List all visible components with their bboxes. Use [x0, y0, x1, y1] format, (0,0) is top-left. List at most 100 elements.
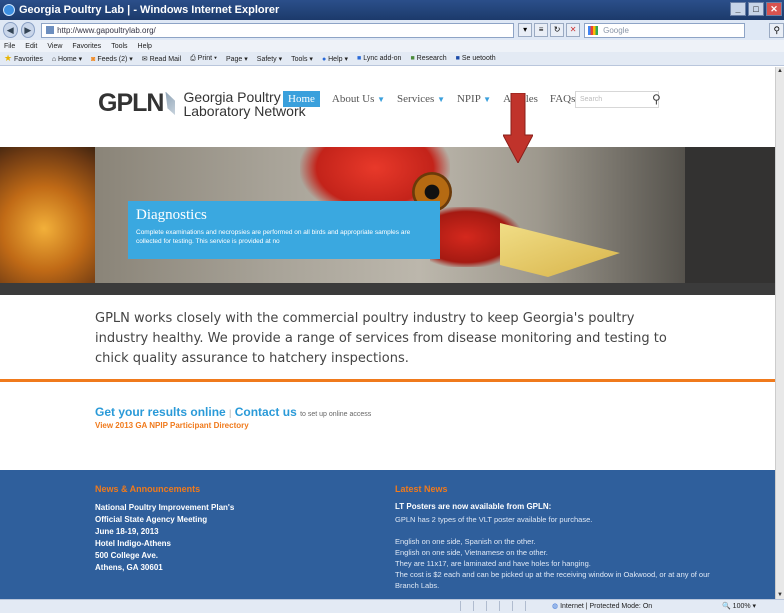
- bluetooth-button[interactable]: ■ Se uetooth: [456, 55, 496, 62]
- site-search-icon[interactable]: ⚲: [652, 92, 661, 106]
- read-mail-button[interactable]: ✉ Read Mail: [142, 55, 181, 63]
- red-arrow-annotation: [503, 93, 533, 163]
- caret-down-icon: ▼: [377, 95, 386, 104]
- scroll-up-icon[interactable]: ▲: [776, 67, 784, 75]
- print-button[interactable]: ⎙ Print ▾: [190, 55, 217, 63]
- menu-edit[interactable]: Edit: [25, 43, 37, 50]
- news-announcement[interactable]: National Poultry Improvement Plan's Offi…: [95, 502, 234, 574]
- news-line-4: Hotel Indigo-Athens: [95, 539, 171, 548]
- window-title: Georgia Poultry Lab | - Windows Internet…: [19, 4, 280, 16]
- diagnostics-title: Diagnostics: [136, 207, 207, 223]
- latest-line-5: They are 11x17, are laminated and have h…: [395, 559, 591, 568]
- site-search-input[interactable]: Search: [575, 91, 659, 108]
- compat-view-icon[interactable]: ≡: [534, 23, 549, 37]
- status-segments: [460, 601, 538, 613]
- refresh-icon[interactable]: ↻: [550, 23, 565, 37]
- latest-line-4: English on one side, Vietnamese on the o…: [395, 548, 548, 557]
- site-logo[interactable]: GPLN Georgia Poultry Laboratory Network: [98, 89, 306, 118]
- globe-icon: ◍: [552, 603, 559, 610]
- menu-favorites[interactable]: Favorites: [72, 43, 101, 50]
- menu-tools[interactable]: Tools: [111, 43, 127, 50]
- latest-line-2: [395, 525, 770, 536]
- latest-line-1: GPLN has 2 types of the VLT poster avail…: [395, 515, 593, 524]
- home-button[interactable]: ⌂ Home ▾: [52, 55, 82, 63]
- results-online-link[interactable]: Get your results online: [95, 405, 226, 419]
- nav-home[interactable]: Home: [283, 91, 320, 107]
- menu-bar: File Edit View Favorites Tools Help: [0, 40, 784, 52]
- contact-us-link[interactable]: Contact us: [235, 405, 297, 419]
- news-line-1: National Poultry Improvement Plan's: [95, 503, 235, 512]
- latest-line-3: English on one side, Spanish on the othe…: [395, 537, 536, 546]
- banner-footer-bar: [0, 283, 775, 295]
- minimize-button[interactable]: _: [730, 2, 746, 16]
- logo-mark-icon: [165, 91, 176, 116]
- results-line: Get your results online | Contact us to …: [95, 405, 371, 419]
- research-icon: ■: [410, 55, 415, 62]
- diagnostics-text: Complete examinations and necropsies are…: [136, 229, 411, 245]
- help-icon: ●: [321, 55, 327, 63]
- security-zone[interactable]: ◍ Internet | Protected Mode: On: [552, 602, 652, 610]
- stop-icon[interactable]: ✕: [566, 23, 581, 37]
- npip-directory-link[interactable]: View 2013 GA NPIP Participant Directory: [95, 421, 249, 430]
- feed-icon: ◙: [91, 55, 96, 63]
- feeds-button[interactable]: ◙ Feeds (2) ▾: [91, 55, 133, 63]
- web-page: GPLN Georgia Poultry Laboratory Network …: [0, 67, 775, 599]
- url-input[interactable]: http://www.gapoultrylab.org/: [41, 22, 515, 38]
- latest-line-6: The cost is $2 each and can be picked up…: [395, 570, 710, 579]
- vertical-scrollbar[interactable]: ▲ ▼: [775, 67, 784, 599]
- logo-text: GPLN: [98, 89, 164, 117]
- favorites-button[interactable]: ★ Favorites: [4, 53, 43, 64]
- latest-news-body: GPLN has 2 types of the VLT poster avail…: [395, 514, 770, 591]
- window-titlebar: Georgia Poultry Lab | - Windows Internet…: [0, 0, 784, 20]
- separator: |: [229, 408, 232, 418]
- lync-addon-button[interactable]: ■ Lync add-on: [357, 55, 401, 62]
- browser-search-input[interactable]: Google: [584, 22, 746, 38]
- site-favicon-icon: [46, 26, 55, 34]
- hero-banner: Diagnostics Complete examinations and ne…: [0, 147, 775, 283]
- star-icon: ★: [4, 53, 13, 63]
- orange-divider: [0, 379, 775, 382]
- close-button[interactable]: ✕: [766, 2, 782, 16]
- contact-rest-text: to set up online access: [300, 411, 372, 418]
- latest-news-title[interactable]: LT Posters are now available from GPLN:: [395, 502, 551, 511]
- address-tools: ▾ ≡ ↻ ✕: [518, 23, 581, 37]
- menu-file[interactable]: File: [4, 43, 15, 50]
- maximize-button[interactable]: □: [748, 2, 764, 16]
- banner-right-dark: [685, 147, 775, 283]
- caret-down-icon: ▼: [483, 95, 492, 104]
- forward-button[interactable]: ▶: [20, 22, 36, 38]
- nav-about[interactable]: About Us ▼: [332, 93, 385, 105]
- bluetooth-icon: ■: [455, 55, 460, 62]
- lync-icon: ■: [357, 55, 362, 62]
- page-menu[interactable]: Page ▾: [226, 55, 248, 63]
- diagnostics-caption[interactable]: Diagnostics Complete examinations and ne…: [128, 201, 440, 259]
- url-text: http://www.gapoultrylab.org/: [57, 25, 156, 35]
- back-button[interactable]: ◀: [3, 22, 18, 38]
- search-icon[interactable]: ⚲: [769, 22, 784, 38]
- nav-faqs[interactable]: FAQs: [550, 93, 575, 105]
- intro-text: GPLN works closely with the commercial p…: [95, 311, 667, 366]
- command-bar: ★ Favorites ⌂ Home ▾ ◙ Feeds (2) ▾ ✉ Rea…: [0, 52, 784, 66]
- scroll-down-icon[interactable]: ▼: [776, 591, 784, 599]
- status-bar: ◍ Internet | Protected Mode: On 🔍 100% ▾: [0, 599, 784, 613]
- news-line-5: 500 College Ave.: [95, 551, 158, 560]
- dropdown-icon[interactable]: ▾: [518, 23, 533, 37]
- news-line-3: June 18-19, 2013: [95, 527, 159, 536]
- safety-menu[interactable]: Safety ▾: [257, 55, 282, 63]
- menu-view[interactable]: View: [47, 43, 62, 50]
- ie-logo-icon: [3, 4, 15, 16]
- news-heading: News & Announcements: [95, 484, 201, 494]
- nav-services[interactable]: Services ▼: [397, 93, 445, 105]
- news-line-6: Athens, GA 30601: [95, 563, 163, 572]
- tools-menu[interactable]: Tools ▾: [291, 55, 313, 63]
- latest-line-7: Branch Labs.: [395, 581, 440, 590]
- nav-npip[interactable]: NPIP ▼: [457, 93, 491, 105]
- research-button[interactable]: ■ Research: [410, 55, 446, 62]
- banner-left-image: [0, 147, 110, 283]
- window-controls: _ □ ✕: [730, 2, 782, 16]
- zoom-control[interactable]: 🔍 100% ▾: [722, 602, 756, 610]
- help-menu[interactable]: ● Help ▾: [322, 55, 348, 63]
- news-line-2: Official State Agency Meeting: [95, 515, 208, 524]
- menu-help[interactable]: Help: [138, 43, 152, 50]
- caret-down-icon: ▼: [437, 95, 445, 104]
